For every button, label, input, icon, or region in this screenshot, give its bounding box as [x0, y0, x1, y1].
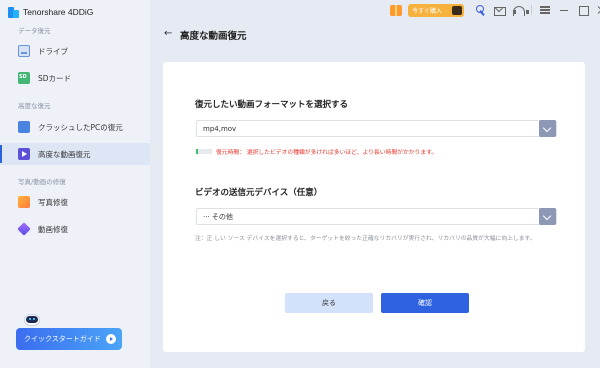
support-headset-icon[interactable]	[512, 4, 529, 16]
warning-text: 復元時間： 選択したビデオの種類が多ければ多いほど、より長い時間がかかります。	[216, 150, 438, 156]
sidebar-item-label: SDカード	[38, 73, 72, 83]
quick-start-guide-button[interactable]: クイックスタートガイド	[16, 328, 122, 350]
menu-icon[interactable]	[539, 4, 551, 16]
buy-now-label: 今すぐ購入	[412, 7, 443, 15]
format-heading: 復元したい動画フォーマットを選択する	[195, 100, 349, 110]
recovery-time-bar-fill	[196, 149, 198, 154]
arrow-right-icon	[106, 334, 116, 344]
device-heading: ビデオの送信元デバイス（任意）	[195, 188, 323, 198]
sidebar-item-photo-repair[interactable]: 写真修復	[0, 191, 150, 213]
recovery-time-bar	[196, 149, 212, 154]
video-repair-icon	[17, 222, 31, 236]
section-label-advanced-recovery: 高度な復元	[18, 102, 51, 110]
chevron-down-icon[interactable]	[539, 120, 556, 137]
tools-icon[interactable]	[474, 4, 486, 16]
sidebar: Tenorshare 4DDiG データ復元 ドライブ SDカード 高度な復元 …	[0, 0, 150, 368]
page-title: 高度な動画復元	[180, 31, 247, 42]
main-card: 復元したい動画フォーマットを選択する mp4,mov 復元時間： 選択したビデオ…	[163, 62, 585, 352]
format-select-value: mp4,mov	[203, 124, 237, 133]
sd-card-icon	[18, 72, 30, 84]
sidebar-item-drive[interactable]: ドライブ	[0, 40, 150, 62]
back-button[interactable]: 戻る	[285, 293, 373, 313]
drive-icon	[18, 45, 30, 57]
title-bar: 今すぐ購入	[390, 2, 600, 18]
close-icon[interactable]	[596, 4, 600, 16]
crashed-pc-icon	[18, 121, 30, 133]
sidebar-item-label: ドライブ	[38, 46, 68, 56]
format-select[interactable]: mp4,mov	[196, 120, 557, 137]
sidebar-item-sd-card[interactable]: SDカード	[0, 67, 150, 89]
sidebar-item-video-repair[interactable]: 動画修復	[0, 218, 150, 240]
photo-repair-icon	[18, 196, 30, 208]
gift-icon[interactable]	[390, 4, 402, 16]
recovery-time-warning: 復元時間： 選択したビデオの種類が多ければ多いほど、より長い時間がかかります。	[196, 147, 437, 156]
app-title: Tenorshare 4DDiG	[23, 7, 94, 17]
divider	[531, 5, 532, 15]
sidebar-item-label: クラッシュしたPCの復元	[38, 122, 123, 132]
confirm-button[interactable]: 確認	[381, 293, 469, 313]
section-label-data-recovery: データ復元	[18, 27, 51, 35]
device-note: 注：正 しい ソース デバイスを選択すると、ターゲットを絞った正確なリカバリが実…	[195, 236, 536, 242]
sidebar-item-label: 高度な動画復元	[38, 149, 91, 159]
sidebar-item-label: 動画修復	[38, 224, 68, 234]
minimize-icon[interactable]	[558, 4, 570, 16]
cart-icon	[452, 5, 462, 15]
back-arrow-icon[interactable]: ←	[164, 28, 172, 39]
quick-start-label: クイックスタートガイド	[24, 335, 101, 343]
chevron-down-icon[interactable]	[539, 208, 556, 225]
maximize-icon[interactable]	[577, 4, 589, 16]
sidebar-item-crashed-pc[interactable]: クラッシュしたPCの復元	[0, 116, 150, 138]
app-logo-icon	[8, 6, 19, 18]
sidebar-item-label: 写真修復	[38, 197, 68, 207]
buy-now-button[interactable]: 今すぐ購入	[408, 3, 464, 17]
section-label-repair: 写真/動画の修復	[18, 178, 66, 186]
device-select-value: ··· その他	[203, 212, 233, 221]
app-brand: Tenorshare 4DDiG	[8, 6, 93, 18]
video-recovery-icon	[18, 148, 30, 160]
sidebar-item-video-recovery[interactable]: 高度な動画復元	[0, 143, 150, 165]
device-select[interactable]: ··· その他	[196, 208, 557, 225]
mail-icon[interactable]	[493, 4, 506, 16]
